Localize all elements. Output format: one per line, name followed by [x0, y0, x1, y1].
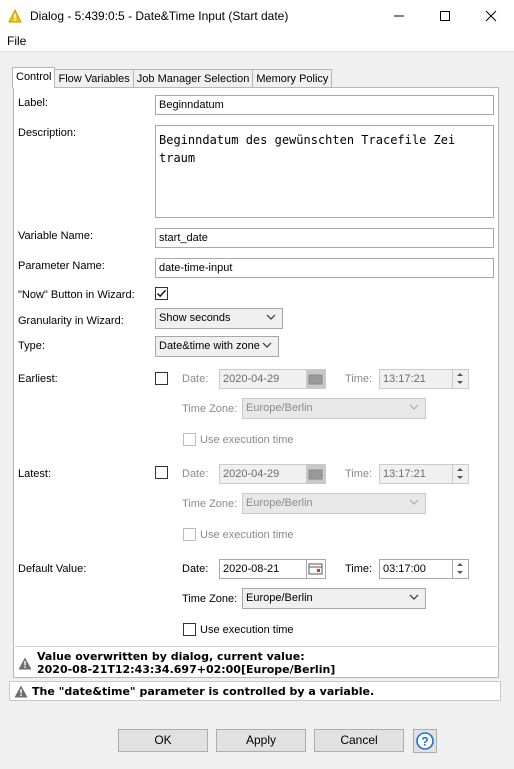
maximize-icon — [440, 11, 450, 21]
earliest-label: Earliest: — [18, 373, 58, 385]
earliest-time-spinner[interactable] — [452, 370, 468, 388]
label-input[interactable]: Beginndatum — [155, 95, 494, 115]
earliest-time-value: 13:17:21 — [383, 373, 426, 385]
tab-flow-variables[interactable]: Flow Variables — [54, 69, 134, 88]
earliest-exec-label: Use execution time — [200, 434, 294, 446]
type-label: Type: — [18, 340, 45, 352]
maximize-button[interactable] — [422, 0, 468, 32]
chevron-down-icon — [409, 404, 419, 410]
menu-file[interactable]: File — [7, 34, 26, 48]
default-calendar-button[interactable] — [306, 559, 326, 579]
chevron-down-icon — [409, 594, 419, 600]
latest-exec-label: Use execution time — [200, 529, 294, 541]
controlled-text: The "date&time" parameter is controlled … — [32, 685, 375, 698]
earliest-date-input[interactable]: 2020-04-29 — [219, 369, 307, 389]
minimize-icon — [394, 15, 404, 17]
latest-label: Latest: — [18, 468, 52, 480]
latest-checkbox[interactable] — [155, 466, 168, 479]
variable-name-input[interactable]: start_date — [155, 228, 494, 248]
latest-exec-checkbox[interactable] — [183, 528, 196, 541]
calendar-icon — [308, 563, 323, 575]
description-label: Description: — [18, 127, 77, 139]
latest-time-label: Time: — [345, 468, 373, 480]
latest-time-spinner[interactable] — [452, 465, 468, 483]
granularity-label: Granularity in Wizard: — [18, 315, 124, 327]
svg-text:?: ? — [421, 735, 428, 749]
default-time-label: Time: — [345, 563, 373, 575]
earliest-date-label: Date: — [182, 373, 209, 385]
earliest-calendar-button[interactable] — [306, 369, 326, 389]
help-button[interactable]: ? — [413, 729, 437, 753]
default-exec-checkbox[interactable] — [183, 623, 196, 636]
latest-date-label: Date: — [182, 468, 209, 480]
default-zone-select[interactable]: Europe/Berlin — [242, 588, 426, 609]
chevron-down-icon — [409, 499, 419, 505]
latest-time-input[interactable]: 13:17:21 — [379, 464, 469, 484]
default-date-label: Date: — [182, 563, 209, 575]
variable-name-label: Variable Name: — [18, 230, 93, 242]
close-window-button[interactable] — [468, 0, 514, 32]
latest-date-input[interactable]: 2020-04-29 — [219, 464, 307, 484]
description-textarea[interactable]: Beginndatum des gewünschten Tracefile Ze… — [155, 125, 494, 218]
latest-zone-value: Europe/Berlin — [246, 497, 313, 509]
apply-button[interactable]: Apply — [216, 729, 306, 752]
latest-zone-label: Time Zone: — [182, 498, 238, 510]
help-icon: ? — [416, 732, 434, 750]
default-exec-label: Use execution time — [200, 624, 294, 636]
type-select[interactable]: Date&time with zone — [155, 336, 279, 357]
default-time-value: 03:17:00 — [383, 563, 426, 575]
overwritten-message: Value overwritten by dialog, current val… — [15, 646, 497, 677]
calendar-icon — [308, 469, 323, 480]
earliest-time-input[interactable]: 13:17:21 — [379, 369, 469, 389]
tab-job-manager-selection[interactable]: Job Manager Selection — [132, 69, 254, 88]
latest-time-value: 13:17:21 — [383, 468, 426, 480]
earliest-zone-value: Europe/Berlin — [246, 402, 313, 414]
calendar-icon — [308, 374, 323, 385]
close-icon — [485, 10, 497, 22]
type-value: Date&time with zone — [159, 340, 260, 352]
earliest-checkbox[interactable] — [155, 372, 168, 385]
default-zone-label: Time Zone: — [182, 593, 238, 605]
parameter-name-label: Parameter Name: — [18, 260, 105, 272]
default-time-spinner[interactable] — [452, 560, 468, 578]
checkmark-icon — [157, 289, 166, 298]
latest-calendar-button[interactable] — [306, 464, 326, 484]
control-panel: Label: Beginndatum Description: Beginnda… — [13, 87, 499, 678]
overwritten-line2: 2020-08-21T12:43:34.697+02:00[Europe/Ber… — [37, 663, 336, 676]
default-value-label: Default Value: — [18, 563, 87, 575]
earliest-zone-label: Time Zone: — [182, 403, 238, 415]
now-button-label: "Now" Button in Wizard: — [18, 289, 135, 301]
latest-zone-select[interactable]: Europe/Berlin — [242, 493, 426, 514]
default-zone-value: Europe/Berlin — [246, 592, 313, 604]
granularity-value: Show seconds — [159, 312, 231, 324]
now-button-checkbox[interactable] — [155, 287, 168, 300]
chevron-down-icon — [266, 314, 276, 320]
controlled-message: The "date&time" parameter is controlled … — [9, 681, 501, 701]
overwritten-line1: Value overwritten by dialog, current val… — [37, 650, 305, 663]
earliest-time-label: Time: — [345, 373, 373, 385]
window-title: Dialog - 5:439:0:5 - Date&Time Input (St… — [30, 9, 289, 23]
menu-bar: File — [0, 32, 514, 52]
label-label: Label: — [18, 97, 48, 109]
knime-node-icon — [8, 9, 22, 23]
cancel-button[interactable]: Cancel — [314, 729, 404, 752]
warning-icon — [18, 657, 32, 670]
default-time-input[interactable]: 03:17:00 — [379, 559, 469, 579]
default-date-input[interactable]: 2020-08-21 — [219, 559, 307, 579]
earliest-exec-checkbox[interactable] — [183, 433, 196, 446]
ok-button[interactable]: OK — [118, 729, 208, 752]
parameter-name-input[interactable]: date-time-input — [155, 258, 494, 278]
granularity-select[interactable]: Show seconds — [155, 308, 283, 329]
chevron-down-icon — [262, 342, 272, 348]
minimize-button[interactable] — [376, 0, 422, 32]
tab-control[interactable]: Control — [12, 67, 56, 88]
warning-icon — [14, 685, 28, 698]
earliest-zone-select[interactable]: Europe/Berlin — [242, 398, 426, 419]
tab-bar: Control Flow Variables Job Manager Selec… — [12, 67, 333, 88]
title-bar: Dialog - 5:439:0:5 - Date&Time Input (St… — [0, 0, 514, 32]
tab-memory-policy[interactable]: Memory Policy — [252, 69, 333, 88]
